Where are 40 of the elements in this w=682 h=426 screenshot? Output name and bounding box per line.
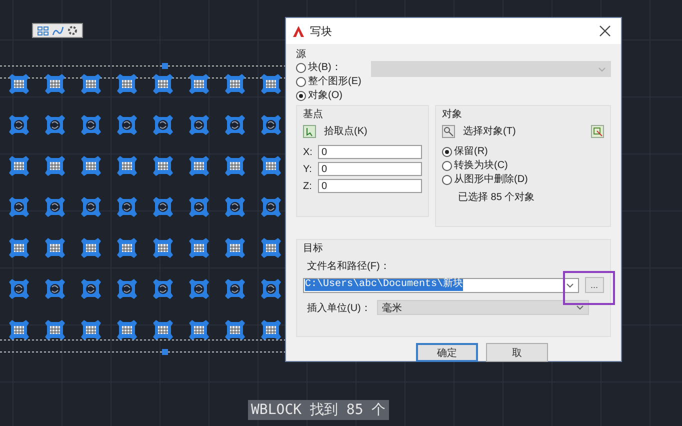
selection-count: 已选择 85 个对象 [458,190,535,204]
group-heading: 基点 [303,108,323,121]
command-line-text: WBLOCK 找到 85 个 [248,400,389,420]
radio-option[interactable]: 块(B)： [296,61,362,75]
app-logo-icon [292,24,305,38]
file-path-field[interactable]: C:\Users\abc\Documents\新块 [303,278,579,292]
grid-icon[interactable] [37,26,49,36]
coordinate-label: X: [303,146,314,158]
highlight-frame [563,271,615,305]
pick-point-label: 拾取点(K) [324,124,368,138]
radio-option[interactable]: 从图形中删除(D) [442,173,604,187]
curve-icon[interactable] [52,26,64,36]
dialog-button[interactable]: 取 [486,343,548,362]
units-dropdown[interactable]: 毫米 [376,300,589,315]
radio-option[interactable]: 对象(O) [296,89,362,103]
coordinate-field[interactable]: 0 [318,145,422,159]
close-icon[interactable] [599,25,611,37]
gear-icon[interactable] [67,25,78,36]
coordinate-label: Z: [303,180,313,192]
caret-icon[interactable] [576,305,584,310]
coordinate-field[interactable]: 0 [318,179,422,193]
select-objects-icon[interactable] [442,124,455,138]
radio-option[interactable]: 转换为块(C) [442,159,604,173]
radio-option[interactable]: 保留(R) [442,145,604,159]
section-heading: 源 [296,48,306,61]
caret-icon [598,66,606,72]
file-path-label: 文件名和路径(F)： [307,260,390,273]
coordinate-label: Y: [303,164,313,174]
caret-icon[interactable] [566,282,574,288]
select-objects-label: 选择对象(T) [463,124,516,138]
browse-button[interactable]: ... [584,277,604,293]
quick-select-icon[interactable] [591,124,604,138]
group-heading: 对象 [442,108,462,121]
dialog-title: 写块 [310,24,332,38]
radio-option[interactable]: 整个图形(E) [296,75,362,89]
pick-point-icon[interactable] [303,124,316,138]
dialog-button[interactable]: 确定 [416,343,478,362]
units-label: 插入单位(U)： [307,302,371,314]
group-heading: 目标 [303,242,323,255]
coordinate-field[interactable]: 0 [318,162,422,176]
